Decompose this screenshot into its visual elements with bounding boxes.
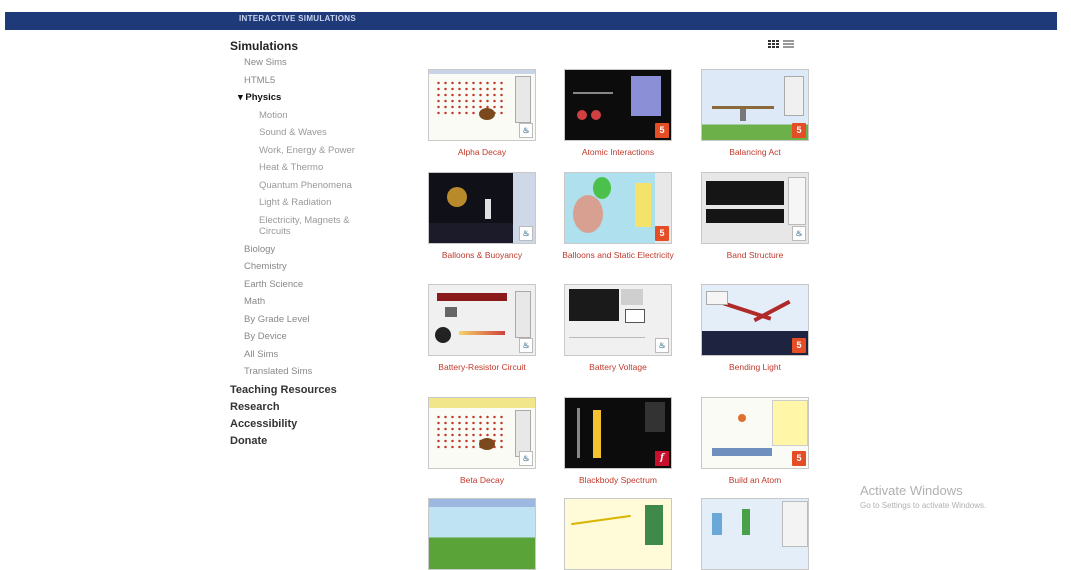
sim-title[interactable]: Battery Voltage (558, 362, 678, 372)
sim-title[interactable]: Blackbody Spectrum (558, 475, 678, 485)
sim-thumbnail[interactable]: 5 (701, 284, 809, 356)
sidebar-item-all-sims[interactable]: All Sims (230, 346, 390, 364)
watermark-title: Activate Windows (860, 483, 963, 498)
sidebar-item-electricity-magnets-circuits[interactable]: Electricity, Magnets & Circuits (230, 212, 369, 241)
sim-title[interactable]: Balancing Act (695, 147, 815, 157)
sim-card[interactable]: 5 Balancing Act (695, 69, 815, 157)
sim-title[interactable]: Balloons and Static Electricity (558, 250, 678, 260)
sim-card[interactable] (558, 498, 678, 570)
sim-thumbnail[interactable]: 5 (701, 69, 809, 141)
sim-card[interactable]: 5 Bending Light (695, 284, 815, 372)
sidebar-item-by-grade-level[interactable]: By Grade Level (230, 311, 390, 329)
sidebar-teaching-resources[interactable]: Teaching Resources (230, 382, 390, 398)
sim-card[interactable] (422, 498, 542, 570)
sidebar-item-motion[interactable]: Motion (230, 107, 390, 125)
site-brand[interactable]: INTERACTIVE SIMULATIONS (239, 14, 356, 23)
sidebar-item-work-energy-power[interactable]: Work, Energy & Power (230, 142, 390, 160)
java-badge-icon: ♨ (655, 338, 669, 353)
sim-card[interactable]: ♨ Alpha Decay (422, 69, 542, 157)
sim-title[interactable]: Build an Atom (695, 475, 815, 485)
sim-card[interactable]: ♨ Band Structure (695, 172, 815, 260)
site-header: INTERACTIVE SIMULATIONS (5, 12, 1057, 30)
sidebar-accessibility[interactable]: Accessibility (230, 416, 390, 432)
html5-badge-icon: 5 (792, 338, 806, 353)
sim-thumbnail[interactable]: ♨ (428, 172, 536, 244)
sim-title[interactable]: Atomic Interactions (558, 147, 678, 157)
sim-card[interactable]: ♨ Balloons & Buoyancy (422, 172, 542, 260)
sidebar-item-math[interactable]: Math (230, 293, 390, 311)
sim-card[interactable]: 5 Build an Atom (695, 397, 815, 485)
sim-thumbnail[interactable]: 5 (564, 69, 672, 141)
sidebar-research[interactable]: Research (230, 399, 390, 415)
sidebar-item-biology[interactable]: Biology (230, 241, 390, 259)
sim-title[interactable]: Beta Decay (422, 475, 542, 485)
java-badge-icon: ♨ (519, 338, 533, 353)
java-badge-icon: ♨ (519, 451, 533, 466)
sidebar-simulations[interactable]: Simulations (230, 38, 390, 54)
sim-card[interactable]: ♨ Battery Voltage (558, 284, 678, 372)
watermark-subtitle: Go to Settings to activate Windows. (860, 501, 987, 510)
html5-badge-icon: 5 (792, 123, 806, 138)
sim-thumbnail[interactable]: ♨ (701, 172, 809, 244)
flash-badge-icon: f (655, 451, 669, 466)
sim-thumbnail[interactable] (701, 498, 809, 570)
windows-activation-watermark: Activate Windows Go to Settings to activ… (860, 483, 986, 510)
sidebar-donate[interactable]: Donate (230, 433, 390, 449)
sim-thumbnail[interactable] (564, 498, 672, 570)
html5-badge-icon: 5 (655, 226, 669, 241)
java-badge-icon: ♨ (792, 226, 806, 241)
sim-thumbnail[interactable]: 5 (564, 172, 672, 244)
sim-title[interactable]: Band Structure (695, 250, 815, 260)
category-sidebar: Simulations New Sims HTML5 ▾ Physics Mot… (230, 38, 390, 449)
sim-thumbnail[interactable]: ♨ (428, 397, 536, 469)
sim-card[interactable]: f Blackbody Spectrum (558, 397, 678, 485)
sidebar-item-new-sims[interactable]: New Sims (230, 54, 390, 72)
sim-card[interactable]: 5 Atomic Interactions (558, 69, 678, 157)
sim-thumbnail[interactable]: f (564, 397, 672, 469)
java-badge-icon: ♨ (519, 123, 533, 138)
sim-thumbnail[interactable]: 5 (701, 397, 809, 469)
java-badge-icon: ♨ (519, 226, 533, 241)
sim-title[interactable]: Balloons & Buoyancy (422, 250, 542, 260)
sidebar-item-translated-sims[interactable]: Translated Sims (230, 363, 390, 381)
html5-badge-icon: 5 (655, 123, 669, 138)
sim-thumbnail[interactable]: ♨ (428, 284, 536, 356)
sidebar-item-sound-waves[interactable]: Sound & Waves (230, 124, 390, 142)
view-toggle (768, 40, 794, 49)
sim-title[interactable]: Alpha Decay (422, 147, 542, 157)
sim-card[interactable]: ♨ Beta Decay (422, 397, 542, 485)
sidebar-item-chemistry[interactable]: Chemistry (230, 258, 390, 276)
grid-view-icon[interactable] (768, 40, 779, 49)
sim-card[interactable]: ♨ Battery-Resistor Circuit (422, 284, 542, 372)
list-view-icon[interactable] (783, 40, 794, 49)
sim-card[interactable] (695, 498, 815, 570)
sim-thumbnail[interactable]: ♨ (564, 284, 672, 356)
sim-title[interactable]: Bending Light (695, 362, 815, 372)
sim-thumbnail[interactable] (428, 498, 536, 570)
sidebar-item-by-device[interactable]: By Device (230, 328, 390, 346)
sim-thumbnail[interactable]: ♨ (428, 69, 536, 141)
sidebar-item-quantum-phenomena[interactable]: Quantum Phenomena (230, 177, 390, 195)
sidebar-item-earth-science[interactable]: Earth Science (230, 276, 390, 294)
sidebar-item-physics[interactable]: ▾ Physics (230, 89, 390, 107)
sim-title[interactable]: Battery-Resistor Circuit (422, 362, 542, 372)
sidebar-item-html5[interactable]: HTML5 (230, 72, 390, 90)
html5-badge-icon: 5 (792, 451, 806, 466)
sim-card[interactable]: 5 Balloons and Static Electricity (558, 172, 678, 260)
sidebar-item-light-radiation[interactable]: Light & Radiation (230, 194, 390, 212)
sidebar-item-heat-thermo[interactable]: Heat & Thermo (230, 159, 390, 177)
